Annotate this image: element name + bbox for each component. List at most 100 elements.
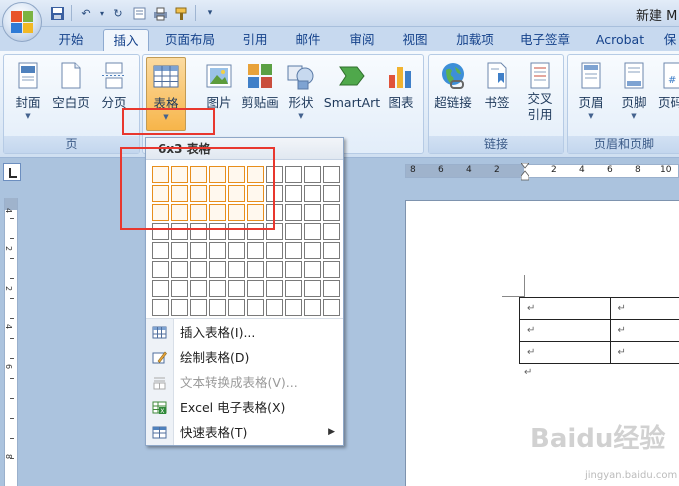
grid-cell[interactable]: [228, 299, 245, 316]
grid-cell[interactable]: [304, 223, 321, 240]
grid-cell[interactable]: [304, 299, 321, 316]
grid-cell[interactable]: [323, 299, 340, 316]
grid-cell[interactable]: [266, 242, 283, 259]
grid-cell[interactable]: [228, 280, 245, 297]
grid-cell[interactable]: [323, 280, 340, 297]
grid-cell[interactable]: [209, 299, 226, 316]
grid-cell[interactable]: [209, 261, 226, 278]
cover-button[interactable]: 封面 ▼: [8, 57, 48, 133]
tab-view[interactable]: 视图: [393, 29, 437, 51]
grid-cell[interactable]: [304, 185, 321, 202]
grid-cell[interactable]: [285, 185, 302, 202]
bookmark-button[interactable]: 书签: [477, 57, 517, 133]
table-cell[interactable]: ↵: [609, 319, 679, 342]
cross-reference-button[interactable]: 交叉 引用: [519, 57, 561, 133]
grid-cell[interactable]: [190, 280, 207, 297]
table-cell[interactable]: ↵: [609, 341, 679, 364]
grid-cell[interactable]: [304, 242, 321, 259]
tab-review[interactable]: 审阅: [340, 29, 384, 51]
grid-cell[interactable]: [209, 242, 226, 259]
table-cell[interactable]: ↵: [519, 319, 611, 342]
grid-cell[interactable]: [266, 261, 283, 278]
footer-button[interactable]: 页脚 ▼: [614, 57, 654, 133]
tab-addins[interactable]: 加载项: [447, 29, 503, 51]
grid-cell[interactable]: [228, 242, 245, 259]
print-icon[interactable]: [151, 4, 169, 22]
indent-marker-icon[interactable]: [521, 163, 529, 181]
table-cell[interactable]: ↵: [519, 341, 611, 364]
clip-art-button[interactable]: 剪贴画: [239, 57, 281, 133]
grid-cell[interactable]: [247, 280, 264, 297]
tab-more[interactable]: 保: [661, 29, 679, 51]
grid-cell[interactable]: [171, 299, 188, 316]
tab-mailings[interactable]: 邮件: [286, 29, 330, 51]
grid-cell[interactable]: [247, 299, 264, 316]
blank-page-button[interactable]: 空白页: [50, 57, 92, 133]
tab-page-layout[interactable]: 页面布局: [157, 29, 223, 51]
hyperlink-button[interactable]: 超链接: [431, 57, 475, 133]
grid-cell[interactable]: [247, 261, 264, 278]
grid-cell[interactable]: [152, 280, 169, 297]
grid-cell[interactable]: [171, 280, 188, 297]
grid-cell[interactable]: [152, 261, 169, 278]
grid-cell[interactable]: [323, 223, 340, 240]
grid-cell[interactable]: [304, 166, 321, 183]
grid-cell[interactable]: [190, 299, 207, 316]
grid-cell[interactable]: [266, 280, 283, 297]
grid-cell[interactable]: [323, 261, 340, 278]
customize-qat-icon[interactable]: ▾: [201, 4, 219, 22]
grid-cell[interactable]: [190, 242, 207, 259]
excel-spreadsheet-item[interactable]: X Excel 电子表格(X): [146, 395, 343, 420]
grid-cell[interactable]: [304, 261, 321, 278]
smartart-button[interactable]: SmartArt: [323, 57, 381, 133]
grid-cell[interactable]: [247, 242, 264, 259]
grid-cell[interactable]: [304, 280, 321, 297]
dropdown-arrow-icon[interactable]: ▾: [98, 4, 106, 22]
shapes-button[interactable]: 形状 ▼: [283, 57, 319, 133]
grid-cell[interactable]: [285, 261, 302, 278]
draw-table-item[interactable]: 绘制表格(D): [146, 345, 343, 370]
grid-cell[interactable]: [323, 242, 340, 259]
tab-esign[interactable]: 电子签章: [512, 29, 578, 51]
grid-cell[interactable]: [171, 261, 188, 278]
table-cell[interactable]: ↵: [609, 297, 679, 320]
grid-cell[interactable]: [152, 242, 169, 259]
tab-selector-icon[interactable]: [3, 163, 21, 181]
office-button[interactable]: [2, 2, 42, 42]
undo-icon[interactable]: ↶: [77, 4, 95, 22]
tab-acrobat[interactable]: Acrobat: [588, 29, 652, 51]
horizontal-ruler[interactable]: 8 6 4 2 2 4 6 8 10: [405, 163, 679, 181]
grid-cell[interactable]: [228, 261, 245, 278]
grid-cell[interactable]: [285, 242, 302, 259]
quick-tables-item[interactable]: 快速表格(T) ▶: [146, 420, 343, 445]
insert-table-item[interactable]: 插入表格(I)...: [146, 320, 343, 345]
document-table[interactable]: ↵ ↵ ↵ ↵ ↵ ↵: [519, 297, 679, 364]
redo-icon[interactable]: ↻: [109, 4, 127, 22]
office-logo-icon: [11, 11, 33, 33]
grid-cell[interactable]: [285, 280, 302, 297]
grid-cell[interactable]: [323, 166, 340, 183]
grid-cell[interactable]: [266, 299, 283, 316]
grid-cell[interactable]: [285, 166, 302, 183]
grid-cell[interactable]: [171, 242, 188, 259]
grid-cell[interactable]: [323, 204, 340, 221]
grid-cell[interactable]: [152, 299, 169, 316]
table-cell[interactable]: ↵: [519, 297, 611, 320]
grid-cell[interactable]: [285, 299, 302, 316]
format-painter-icon[interactable]: [172, 4, 190, 22]
grid-cell[interactable]: [323, 185, 340, 202]
grid-cell[interactable]: [285, 223, 302, 240]
grid-cell[interactable]: [209, 280, 226, 297]
chart-button[interactable]: 图表: [383, 57, 419, 133]
header-button[interactable]: 页眉 ▼: [570, 57, 612, 133]
grid-cell[interactable]: [304, 204, 321, 221]
save-icon[interactable]: [48, 4, 66, 22]
tab-home[interactable]: 开始: [50, 29, 92, 51]
open-icon[interactable]: [130, 4, 148, 22]
vertical-ruler[interactable]: 4 2 2 4 6 8: [4, 198, 18, 486]
grid-cell[interactable]: [285, 204, 302, 221]
grid-cell[interactable]: [190, 261, 207, 278]
page-number-button[interactable]: # 页码: [658, 57, 679, 133]
tab-references[interactable]: 引用: [233, 29, 277, 51]
tab-insert[interactable]: 插入: [103, 29, 149, 51]
